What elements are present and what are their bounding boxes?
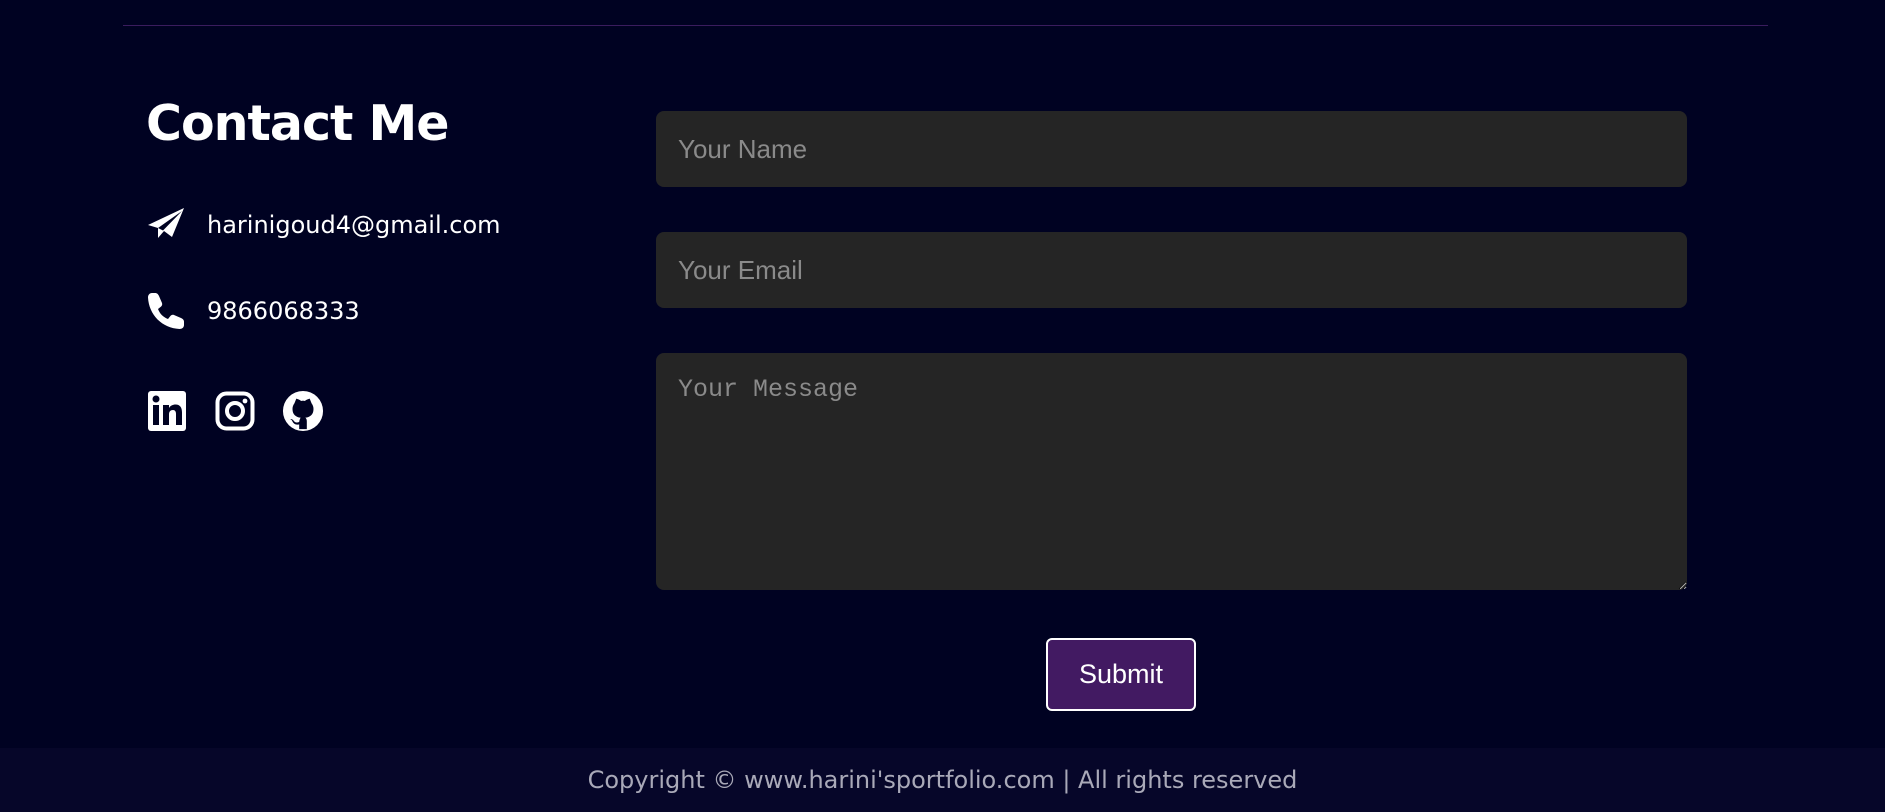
- github-icon[interactable]: [282, 389, 324, 433]
- footer-copyright: Copyright © www.harini'sportfolio.com | …: [587, 766, 1298, 794]
- email-input[interactable]: [656, 232, 1687, 308]
- footer: Copyright © www.harini'sportfolio.com | …: [0, 748, 1885, 812]
- contact-email-row: harinigoud4@gmail.com: [146, 205, 501, 245]
- contact-email[interactable]: harinigoud4@gmail.com: [207, 211, 501, 239]
- submit-button[interactable]: Submit: [1046, 638, 1196, 711]
- contact-title: Contact Me: [146, 95, 450, 152]
- contact-phone-row: 9866068333: [146, 291, 360, 331]
- social-links: [146, 389, 324, 433]
- instagram-icon[interactable]: [214, 389, 256, 433]
- message-textarea[interactable]: [656, 353, 1687, 590]
- contact-section: Contact Me harinigoud4@gmail.com 9866068…: [0, 0, 1885, 812]
- linkedin-icon[interactable]: [146, 389, 188, 433]
- contact-phone[interactable]: 9866068333: [207, 297, 360, 325]
- section-divider: [123, 25, 1768, 26]
- paper-plane-icon: [146, 205, 186, 245]
- phone-icon: [146, 291, 186, 331]
- name-input[interactable]: [656, 111, 1687, 187]
